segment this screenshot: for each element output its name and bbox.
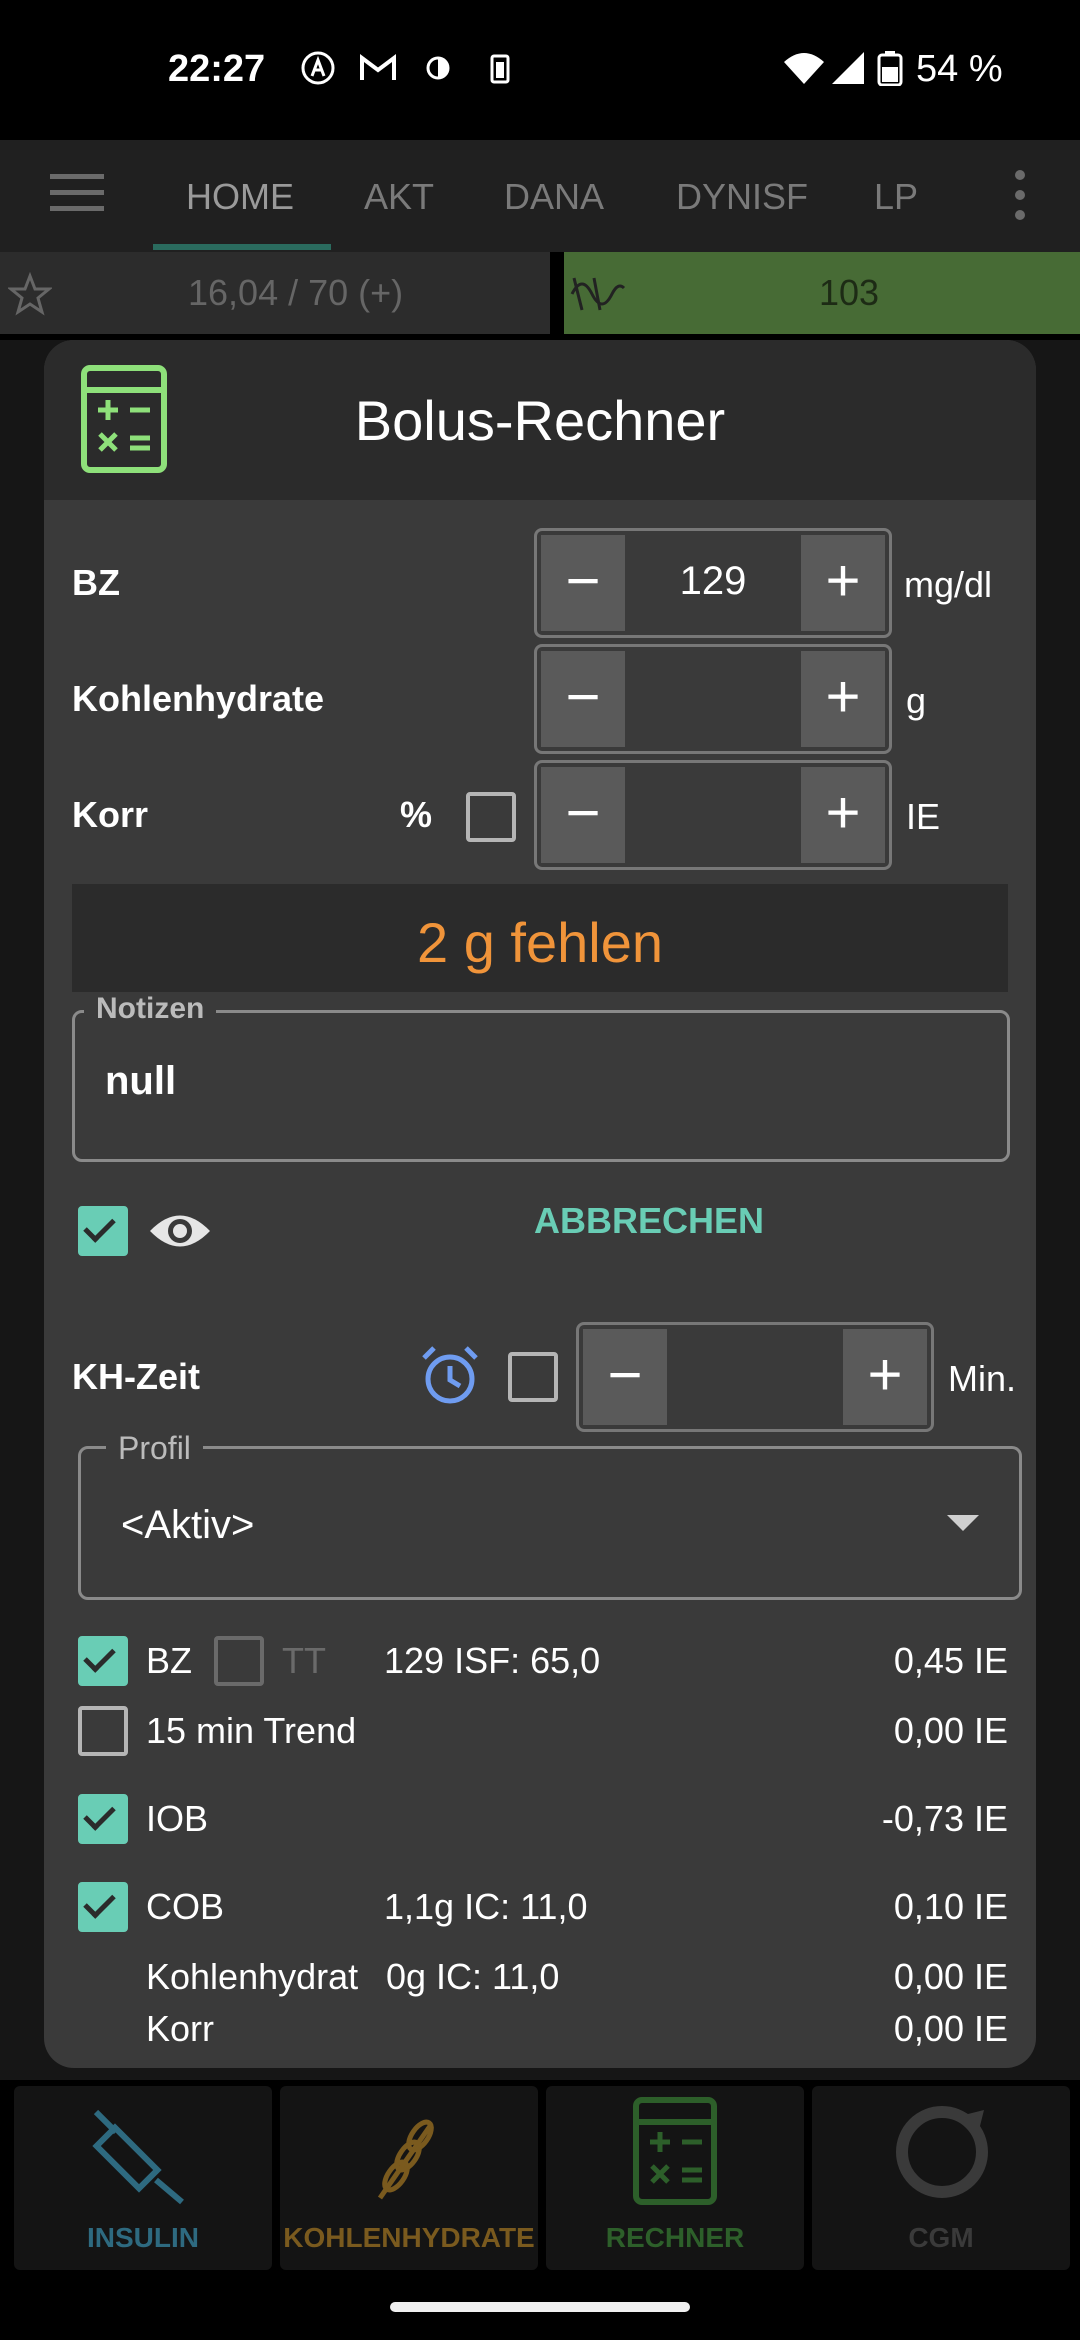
info-right: 103 xyxy=(564,252,1080,334)
tab-lp[interactable]: LP xyxy=(874,176,918,218)
cob-checkbox[interactable] xyxy=(78,1882,128,1932)
profile-select[interactable]: <Aktiv> xyxy=(78,1446,1022,1600)
bg-value: 103 xyxy=(819,272,880,313)
status-time: 22:27 xyxy=(168,48,266,90)
carb-time-plus-button[interactable]: + xyxy=(843,1329,927,1425)
iob-value: -0,73 IE xyxy=(881,1798,1008,1839)
cob-value: 0,10 IE xyxy=(893,1886,1008,1927)
dropdown-arrow-icon xyxy=(947,1515,979,1531)
carb-time-label: KH-Zeit xyxy=(72,1356,200,1397)
carb-time-unit: Min. xyxy=(948,1358,1017,1399)
cgm-icon xyxy=(896,2106,988,2198)
contrast-icon xyxy=(426,56,450,80)
star-icon[interactable] xyxy=(8,272,52,316)
bz-include-checkbox[interactable] xyxy=(78,1636,128,1686)
calc-label: RECHNER xyxy=(605,2222,745,2253)
tdd-text: 16,04 / 70 (+) xyxy=(188,272,404,313)
profile-value: <Aktiv> xyxy=(121,1503,255,1547)
dialog-header: Bolus-Rechner xyxy=(44,340,1036,500)
battery-saver-icon xyxy=(490,54,510,84)
app-icon xyxy=(301,51,335,85)
dialog-title: Bolus-Rechner xyxy=(354,389,726,452)
trend-checkbox[interactable] xyxy=(78,1706,128,1756)
menu-icon[interactable] xyxy=(50,172,104,212)
calc-button[interactable]: RECHNER xyxy=(546,2086,804,2270)
bolus-calculator-dialog: Bolus-Rechner BZ − 129 + mg/dl Kohlenhyd… xyxy=(44,340,1036,2068)
bz-minus-button[interactable]: − xyxy=(541,535,625,631)
tab-dynisf[interactable]: DYNISF xyxy=(676,176,808,218)
bz-row-label: BZ xyxy=(146,1640,193,1681)
bz-row-value: 0,45 IE xyxy=(893,1640,1008,1681)
carbs-row-label: Kohlenhydrat xyxy=(146,1956,359,1997)
cgm-label: CGM xyxy=(908,2222,974,2253)
notes-value[interactable]: null xyxy=(105,1059,176,1104)
percent-label: % xyxy=(400,794,433,835)
confirm-checkbox[interactable] xyxy=(78,1206,128,1256)
insulin-label: INSULIN xyxy=(87,2222,199,2253)
carbs-plus-button[interactable]: + xyxy=(801,651,885,747)
correction-stepper: − + xyxy=(534,760,892,870)
tab-dana[interactable]: DANA xyxy=(504,176,604,218)
iob-checkbox[interactable] xyxy=(78,1794,128,1844)
tab-akt[interactable]: AKT xyxy=(364,176,434,218)
gmail-icon xyxy=(360,54,396,80)
insulin-button[interactable]: INSULIN xyxy=(14,2086,272,2270)
syringe-icon xyxy=(92,2109,184,2205)
info-left: 16,04 / 70 (+) xyxy=(0,252,550,334)
bz-unit: mg/dl xyxy=(904,564,993,605)
carbs-button[interactable]: KOHLENHYDRATE xyxy=(280,2086,538,2270)
battery-percent: 54 % xyxy=(916,48,1003,90)
cancel-button[interactable]: ABBRECHEN xyxy=(534,1200,764,1242)
carbs-row-value: 0,00 IE xyxy=(893,1956,1008,1997)
cob-info: 1,1g IC: 11,0 xyxy=(384,1886,588,1927)
sine-icon xyxy=(570,277,626,311)
carb-time-minus-button[interactable]: − xyxy=(583,1329,667,1425)
percent-checkbox[interactable] xyxy=(466,792,516,842)
notes-label: Notizen xyxy=(84,992,217,1026)
profile-label: Profil xyxy=(106,1430,203,1467)
overflow-menu-icon[interactable] xyxy=(1008,168,1032,222)
bz-plus-button[interactable]: + xyxy=(801,535,885,631)
wheat-icon xyxy=(377,2119,434,2200)
correction-row-value: 0,00 IE xyxy=(893,2008,1008,2049)
home-indicator[interactable] xyxy=(390,2302,690,2312)
trend-value: 0,00 IE xyxy=(893,1710,1008,1751)
carbs-stepper: − + xyxy=(534,644,892,754)
battery-icon xyxy=(877,51,903,86)
iob-label: IOB xyxy=(146,1798,209,1839)
alarm-icon[interactable] xyxy=(418,1344,482,1408)
calculator-icon xyxy=(633,2097,717,2205)
tab-home[interactable]: HOME xyxy=(186,176,294,218)
bz-value[interactable]: 129 xyxy=(627,559,799,604)
correction-unit: IE xyxy=(906,796,941,837)
carbs-unit: g xyxy=(906,680,927,721)
carbs-label-field: Kohlenhydrate xyxy=(72,678,325,719)
notes-field[interactable]: null xyxy=(72,1010,1010,1162)
warning-banner: 2 g fehlen xyxy=(72,884,1008,992)
correction-plus-button[interactable]: + xyxy=(801,767,885,863)
correction-minus-button[interactable]: − xyxy=(541,767,625,863)
tt-checkbox[interactable] xyxy=(214,1636,264,1686)
carb-time-checkbox[interactable] xyxy=(508,1352,558,1402)
carb-time-stepper: − + xyxy=(576,1322,934,1432)
correction-label: Korr xyxy=(72,794,149,835)
tab-indicator xyxy=(153,244,331,250)
cob-label: COB xyxy=(146,1886,225,1927)
bz-label: BZ xyxy=(72,562,120,603)
status-bar: 22:27 54 % xyxy=(0,0,1080,140)
carbs-label: KOHLENHYDRATE xyxy=(283,2222,535,2253)
correction-row-label: Korr xyxy=(146,2008,215,2049)
signal-icon xyxy=(832,52,864,84)
trend-label: 15 min Trend xyxy=(146,1710,357,1751)
eye-icon[interactable] xyxy=(148,1208,212,1254)
wifi-icon xyxy=(784,53,824,84)
tt-label: TT xyxy=(282,1640,326,1681)
cgm-button[interactable]: CGM xyxy=(812,2086,1070,2270)
carbs-minus-button[interactable]: − xyxy=(541,651,625,747)
bz-row-info: 129 ISF: 65,0 xyxy=(384,1640,601,1681)
warning-text: 2 g fehlen xyxy=(417,911,663,974)
carbs-row-info: 0g IC: 11,0 xyxy=(386,1956,560,1997)
bz-stepper: − 129 + xyxy=(534,528,892,638)
